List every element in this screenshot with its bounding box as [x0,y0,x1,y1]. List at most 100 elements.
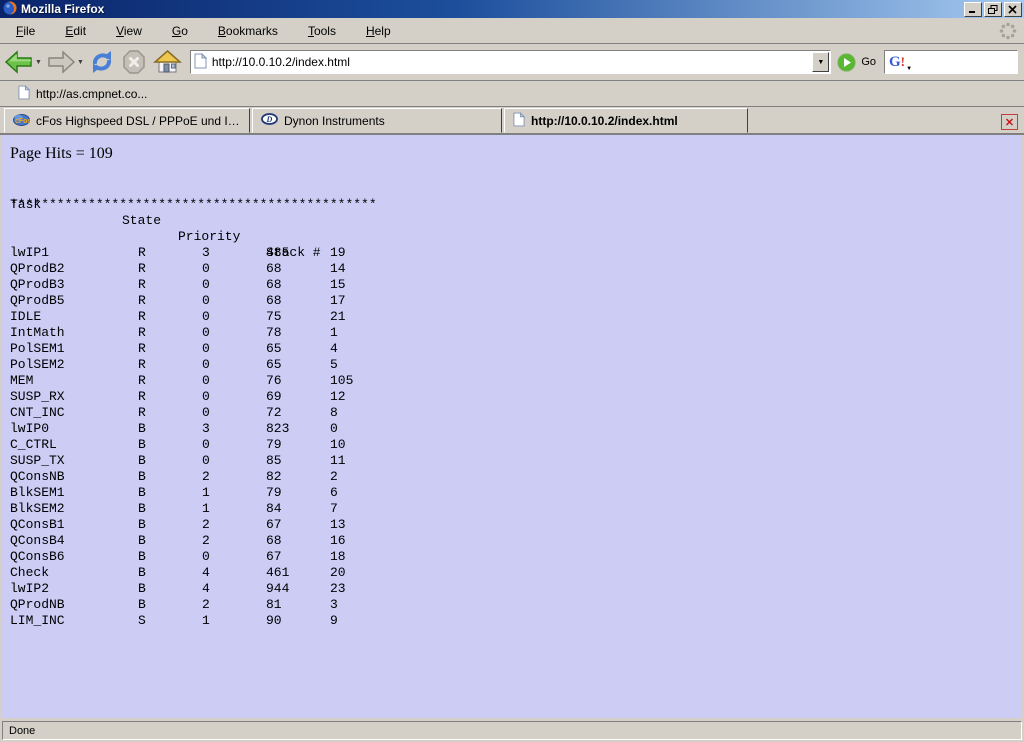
tab-dynon[interactable]: D Dynon Instruments [252,108,502,133]
task-cell-state: R [138,245,146,261]
task-cell-state: B [138,581,146,597]
task-cell-state: R [138,261,146,277]
task-row: QConsB1B26713 [10,517,1022,533]
task-cell-state: R [138,405,146,421]
bookmark-item[interactable]: http://as.cmpnet.co... [8,83,151,105]
stop-button[interactable] [120,49,148,75]
forward-button[interactable]: ▼ [46,49,84,75]
close-window-button[interactable] [1004,2,1022,17]
task-cell-state: R [138,389,146,405]
menu-edit[interactable]: Edit [57,21,94,41]
task-cell-priority: 0 [202,357,210,373]
menu-tools[interactable]: Tools [300,21,344,41]
task-cell-num: 17 [330,293,346,309]
task-cell-task: QProdB3 [10,277,65,293]
home-button[interactable] [152,49,182,75]
back-arrow-icon [4,49,34,75]
url-dropdown-button[interactable]: ▼ [812,52,829,72]
task-cell-priority: 0 [202,549,210,565]
task-row: C_CTRLB07910 [10,437,1022,453]
task-row: QProdB2R06814 [10,261,1022,277]
task-cell-num: 15 [330,277,346,293]
task-cell-num: 9 [330,613,338,629]
task-cell-priority: 2 [202,597,210,613]
task-cell-task: PolSEM1 [10,341,65,357]
search-input[interactable]: G!▼ [884,50,1018,74]
table-separator: ****************************************… [10,197,1022,213]
task-cell-num: 4 [330,341,338,357]
task-cell-stack: 78 [266,325,282,341]
url-input[interactable]: http://10.0.10.2/index.html [212,55,812,69]
url-bar[interactable]: http://10.0.10.2/index.html ▼ [190,50,831,74]
minimize-button[interactable] [964,2,982,17]
tab-cfos[interactable]: cFos cFos Highspeed DSL / PPPoE und ISDN… [4,108,250,133]
task-row: lwIP0B38230 [10,421,1022,437]
menu-bookmarks[interactable]: Bookmarks [210,21,286,41]
task-cell-num: 10 [330,437,346,453]
task-cell-priority: 0 [202,373,210,389]
browser-window: Mozilla Firefox File Edit View Go Bookma… [0,0,1024,742]
task-cell-num: 19 [330,245,346,261]
task-cell-priority: 3 [202,421,210,437]
task-row: lwIP2B494423 [10,581,1022,597]
status-bar: Done [0,718,1024,742]
task-cell-task: QConsB4 [10,533,65,549]
menu-file[interactable]: File [8,21,43,41]
go-button-label: Go [861,56,876,68]
task-cell-num: 23 [330,581,346,597]
task-cell-priority: 0 [202,437,210,453]
page-hits-text: Page Hits = 109 [10,145,1022,163]
task-cell-state: R [138,277,146,293]
go-button[interactable]: Go [837,53,876,72]
tab-bar: cFos cFos Highspeed DSL / PPPoE und ISDN… [0,107,1024,135]
task-cell-stack: 69 [266,389,282,405]
task-cell-stack: 79 [266,437,282,453]
task-cell-priority: 2 [202,533,210,549]
window-title: Mozilla Firefox [21,2,962,16]
task-cell-num: 16 [330,533,346,549]
close-tab-button[interactable]: ✕ [1001,114,1018,130]
task-cell-priority: 0 [202,325,210,341]
task-cell-stack: 85 [266,453,282,469]
task-cell-stack: 461 [266,565,289,581]
menu-view[interactable]: View [108,21,150,41]
task-cell-state: B [138,533,146,549]
tab-active-index-page[interactable]: http://10.0.10.2/index.html [504,108,748,133]
task-cell-stack: 68 [266,533,282,549]
task-cell-task: Check [10,565,49,581]
task-cell-task: QConsB6 [10,549,65,565]
forward-dropdown-icon[interactable]: ▼ [77,59,84,66]
task-cell-stack: 79 [266,485,282,501]
task-row: lwIP1R348519 [10,245,1022,261]
bookmarks-toolbar: http://as.cmpnet.co... [0,81,1024,107]
restore-button[interactable] [984,2,1002,17]
task-cell-task: QProdB5 [10,293,65,309]
task-row: IntMathR0781 [10,325,1022,341]
tab-label: Dynon Instruments [284,114,385,128]
task-row: MEMR076105 [10,373,1022,389]
header-state: State [122,213,161,229]
firefox-app-icon [3,1,17,18]
task-cell-state: R [138,373,146,389]
google-logo-icon[interactable]: G!▼ [889,55,905,70]
back-dropdown-icon[interactable]: ▼ [35,59,42,66]
task-cell-state: B [138,565,146,581]
cfos-favicon: cFos [13,113,30,129]
reload-button[interactable] [88,49,116,75]
task-cell-stack: 65 [266,341,282,357]
task-cell-task: MEM [10,373,33,389]
task-cell-state: S [138,613,146,629]
menu-bar: File Edit View Go Bookmarks Tools Help [0,18,1024,44]
throbber-icon [998,21,1018,44]
menu-help[interactable]: Help [358,21,399,41]
task-row: IDLER07521 [10,309,1022,325]
back-button[interactable]: ▼ [4,49,42,75]
task-cell-stack: 90 [266,613,282,629]
svg-text:cFos: cFos [15,118,30,125]
task-row: PolSEM2R0655 [10,357,1022,373]
title-bar: Mozilla Firefox [0,0,1024,18]
task-cell-stack: 72 [266,405,282,421]
menu-go[interactable]: Go [164,21,196,41]
task-cell-state: R [138,341,146,357]
task-cell-task: C_CTRL [10,437,57,453]
